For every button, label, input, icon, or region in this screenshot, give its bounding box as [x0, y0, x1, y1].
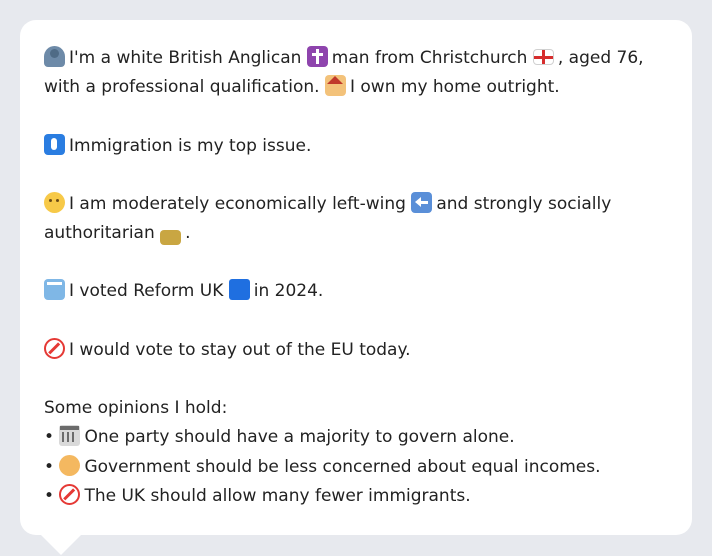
vote-text-1: I voted Reform UK [69, 281, 224, 302]
ideology-text-1: I am moderately economically left-wing [69, 193, 406, 214]
profile-paragraph-top-issue: Immigration is my top issue. [44, 132, 668, 161]
lock-icon [160, 230, 182, 246]
identity-text-1: I'm a white British Anglican [69, 48, 302, 68]
profile-paragraph-ideology: I am moderately economically left-wing a… [44, 190, 668, 249]
profile-paragraph-identity: I'm a white British Anglican man from Ch… [44, 44, 668, 103]
speech-bubble-tail [40, 534, 82, 555]
house-icon [324, 75, 346, 97]
blue-square-icon [228, 279, 250, 301]
person-icon [44, 46, 65, 67]
profile-paragraph-vote: I voted Reform UK in 2024. [44, 277, 668, 306]
latin-cross-icon [306, 46, 328, 67]
list-item: • One party should have a majority to go… [44, 423, 668, 452]
vote-text-2: in 2024. [253, 281, 324, 302]
opinion-text: The UK should allow many fewer immigrant… [84, 485, 471, 506]
identity-text-4: I own my home outright. [349, 77, 560, 98]
no-entry-icon [44, 337, 65, 359]
bullet-marker: • [44, 485, 55, 506]
no-entry-icon [59, 483, 81, 505]
list-item: • Government should be less concerned ab… [44, 453, 668, 482]
opinions-heading: Some opinions I hold: [44, 398, 228, 419]
profile-card: I'm a white British Anglican man from Ch… [20, 20, 692, 535]
bullet-marker: • [44, 427, 55, 448]
list-item: • The UK should allow many fewer immigra… [44, 482, 668, 511]
ballot-box-icon [44, 279, 65, 301]
identity-text-2: man from Christchurch [331, 48, 528, 68]
ideology-text-3: . [185, 223, 191, 244]
thinking-face-icon [44, 191, 65, 213]
bullet-marker: • [44, 456, 55, 477]
opinion-text: One party should have a majority to gove… [84, 427, 515, 448]
left-arrow-icon [411, 191, 433, 213]
eu-text: I would vote to stay out of the EU today… [69, 339, 411, 360]
immigration-icon [44, 133, 65, 155]
opinions-list: • One party should have a majority to go… [44, 423, 668, 511]
england-flag-icon [532, 49, 554, 65]
profile-paragraph-eu: I would vote to stay out of the EU today… [44, 336, 668, 365]
juggling-icon [59, 454, 81, 476]
top-issue-text: Immigration is my top issue. [69, 135, 312, 156]
opinion-text: Government should be less concerned abou… [84, 456, 601, 477]
classical-building-icon [59, 425, 81, 447]
